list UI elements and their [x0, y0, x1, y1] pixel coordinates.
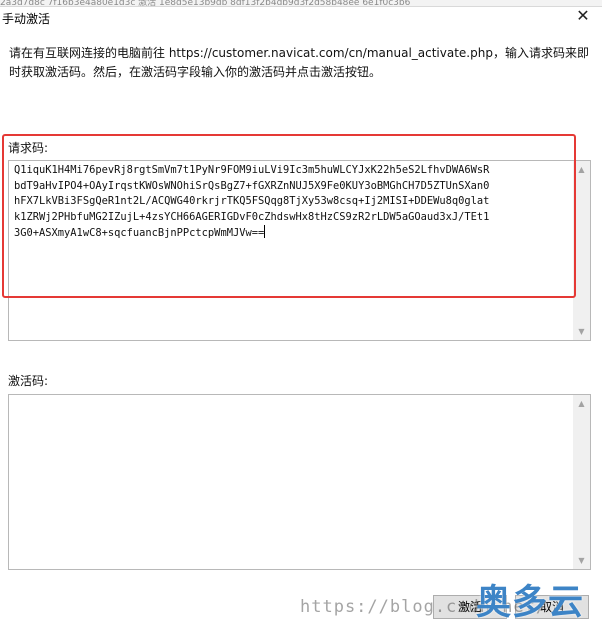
request-code-line: Q1iquK1H4Mi76pevRj8rgtSmVm7t1PyNr9FOM9iu…	[14, 164, 490, 176]
activation-scrollbar[interactable]: ▲ ▼	[573, 395, 590, 569]
request-code-text: Q1iquK1H4Mi76pevRj8rgtSmVm7t1PyNr9FOM9iu…	[14, 163, 574, 242]
scroll-down-icon[interactable]: ▼	[573, 552, 590, 569]
close-icon[interactable]: ✕	[574, 7, 592, 25]
scroll-down-icon[interactable]: ▼	[573, 323, 590, 340]
window-title: 手动激活	[2, 12, 51, 26]
instructions-text: 请在有互联网连接的电脑前往 https://customer.navicat.c…	[9, 46, 589, 79]
request-code-line: hFX7LkVBi3FSgQeR1nt2L/ACQWG40rkrjrTKQ5FS…	[14, 195, 490, 207]
request-code-line: k1ZRWj2PHbfuMG2IZujL+4zsYCH66AGERIGDvF0c…	[14, 210, 490, 223]
request-scrollbar[interactable]: ▲ ▼	[573, 161, 590, 340]
activation-code-textarea[interactable]: ▲ ▼	[8, 394, 591, 570]
request-code-line: bdT9aHvIPO4+OAyIrqstKWOsWNOhiSrQsBgZ7+fG…	[14, 179, 490, 192]
activation-code-label: 激活码:	[8, 374, 49, 388]
logo-text: 奥多云	[476, 583, 585, 623]
title-bar: 手动激活 ✕	[0, 6, 602, 28]
text-caret	[264, 225, 266, 238]
scroll-up-icon[interactable]: ▲	[573, 161, 590, 178]
request-code-textarea[interactable]: Q1iquK1H4Mi76pevRj8rgtSmVm7t1PyNr9FOM9iu…	[8, 160, 591, 341]
request-code-label: 请求码:	[8, 141, 49, 155]
request-code-line: 3G0+ASXmyA1wC8+sqcfuancBjnPPctcpWmMJVw==	[14, 227, 265, 239]
scroll-up-icon[interactable]: ▲	[573, 395, 590, 412]
